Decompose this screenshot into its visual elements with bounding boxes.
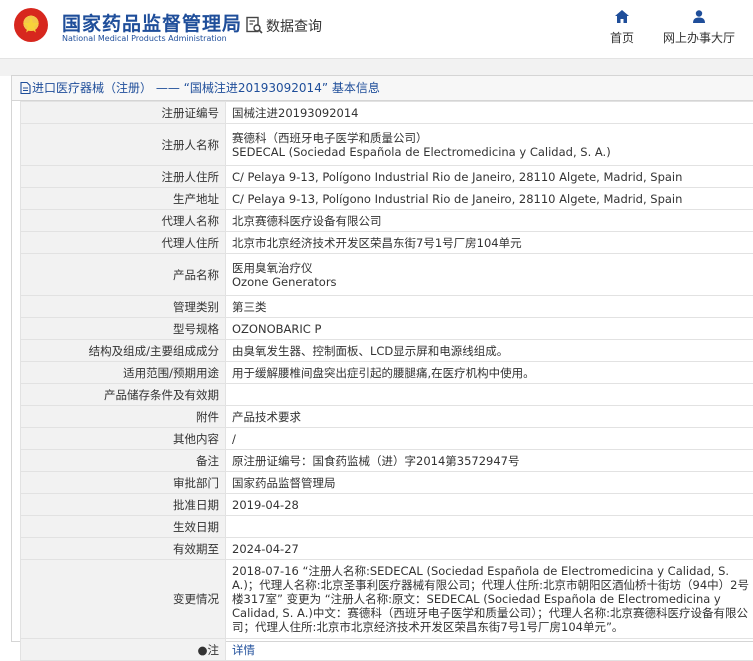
row-label: 生产地址 [21,188,226,210]
lightbulb-icon: ● [197,643,207,657]
row-value: 原注册证编号：国食药监械（进）字2014第3572947号 [226,450,753,472]
document-icon [20,78,31,102]
row-value: 第三类 [226,296,753,318]
row-value: 2024-04-27 [226,538,753,560]
panel-title: 进口医疗器械（注册） —— “国械注进20193092014” 基本信息 [32,81,380,95]
row-value [226,384,753,406]
home-icon [605,10,639,26]
table-row: 结构及组成/主要组成成分 由臭氧发生器、控制面板、LCD显示屏和电源线组成。 [21,340,753,362]
table-row: 审批部门 国家药品监督管理局 [21,472,753,494]
nav-online-service-hall[interactable]: 网上办事大厅 [656,10,742,46]
table-row: 批准日期 2019-04-28 [21,494,753,516]
row-label: 结构及组成/主要组成成分 [21,340,226,362]
user-icon [656,10,742,26]
row-label: 变更情况 [21,560,226,639]
row-value: 由臭氧发生器、控制面板、LCD显示屏和电源线组成。 [226,340,753,362]
product-name-en: Ozone Generators [232,275,749,289]
table-row: 附件 产品技术要求 [21,406,753,428]
row-label: 产品储存条件及有效期 [21,384,226,406]
row-label: 有效期至 [21,538,226,560]
table-row: 生产地址 C/ Pelaya 9-13, Polígono Industrial… [21,188,753,210]
row-label: 其他内容 [21,428,226,450]
table-row: 产品名称 医用臭氧治疗仪 Ozone Generators [21,254,753,296]
table-row: 其他内容 / [21,428,753,450]
row-value: 国家药品监督管理局 [226,472,753,494]
row-value: 北京赛德科医疗设备有限公司 [226,210,753,232]
table-row: 变更情况 2018-07-16 “注册人名称:SEDECAL (Sociedad… [21,560,753,639]
table-row: ●注 详情 [21,639,753,661]
national-emblem-icon [14,8,48,42]
table-row: 备注 原注册证编号：国食药监械（进）字2014第3572947号 [21,450,753,472]
org-name-cn[interactable]: 国家药品监督管理局 [62,9,242,36]
table-row: 有效期至 2024-04-27 [21,538,753,560]
row-value: 产品技术要求 [226,406,753,428]
row-label: 代理人住所 [21,232,226,254]
nav-home-label: 首页 [610,31,634,45]
table-row: 管理类别 第三类 [21,296,753,318]
table-row: 注册人住所 C/ Pelaya 9-13, Polígono Industria… [21,166,753,188]
row-label: 附件 [21,406,226,428]
document-search-icon [245,16,263,38]
nav-hall-label: 网上办事大厅 [663,31,735,45]
table-row: 代理人名称 北京赛德科医疗设备有限公司 [21,210,753,232]
row-label: 产品名称 [21,254,226,296]
registrant-name-en: SEDECAL (Sociedad Española de Electromed… [232,145,749,159]
row-label: 注册人住所 [21,166,226,188]
registrant-name-cn: 赛德科（西班牙电子医学和质量公司） [232,131,749,145]
row-value: 北京市北京经济技术开发区荣昌东街7号1号厂房104单元 [226,232,753,254]
row-label: 批准日期 [21,494,226,516]
table-row: 生效日期 [21,516,753,538]
row-label: 注册证编号 [21,102,226,124]
page-gap [0,59,753,76]
row-label: ●注 [21,639,226,661]
row-label: 生效日期 [21,516,226,538]
table-row: 产品储存条件及有效期 [21,384,753,406]
row-value: C/ Pelaya 9-13, Polígono Industrial Rio … [226,188,753,210]
row-value: 2018-07-16 “注册人名称:SEDECAL (Sociedad Espa… [226,560,753,639]
row-value: OZONOBARIC P [226,318,753,340]
row-label: 注册人名称 [21,124,226,166]
table-row: 注册人名称 赛德科（西班牙电子医学和质量公司） SEDECAL (Socieda… [21,124,753,166]
row-value: 用于缓解腰椎间盘突出症引起的腰腿痛,在医疗机构中使用。 [226,362,753,384]
table-row: 代理人住所 北京市北京经济技术开发区荣昌东街7号1号厂房104单元 [21,232,753,254]
row-label: 型号规格 [21,318,226,340]
detail-panel: 进口医疗器械（注册） —— “国械注进20193092014” 基本信息 注册证… [11,75,753,642]
details-link[interactable]: 详情 [232,643,255,657]
row-value: 医用臭氧治疗仪 Ozone Generators [226,254,753,296]
note-label: 注 [208,643,220,657]
row-value: 国械注进20193092014 [226,102,753,124]
row-value [226,516,753,538]
table-row: 适用范围/预期用途 用于缓解腰椎间盘突出症引起的腰腿痛,在医疗机构中使用。 [21,362,753,384]
data-query-label: 数据查询 [266,19,322,35]
row-label: 管理类别 [21,296,226,318]
table-row: 型号规格 OZONOBARIC P [21,318,753,340]
row-label: 审批部门 [21,472,226,494]
row-value: / [226,428,753,450]
row-value: C/ Pelaya 9-13, Polígono Industrial Rio … [226,166,753,188]
row-label: 代理人名称 [21,210,226,232]
row-value: 2019-04-28 [226,494,753,516]
product-name-cn: 医用臭氧治疗仪 [232,261,749,275]
org-name-en: National Medical Products Administration [62,34,227,43]
nav-home[interactable]: 首页 [605,10,639,46]
row-label: 适用范围/预期用途 [21,362,226,384]
row-value: 详情 [226,639,753,661]
row-label: 备注 [21,450,226,472]
table-row: 注册证编号 国械注进20193092014 [21,102,753,124]
row-value: 赛德科（西班牙电子医学和质量公司） SEDECAL (Sociedad Espa… [226,124,753,166]
registration-info-table: 注册证编号 国械注进20193092014 注册人名称 赛德科（西班牙电子医学和… [20,101,753,661]
panel-title-bar: 进口医疗器械（注册） —— “国械注进20193092014” 基本信息 [12,76,753,101]
site-header: 国家药品监督管理局 National Medical Products Admi… [0,0,753,59]
data-query-link[interactable]: 数据查询 [245,16,322,38]
